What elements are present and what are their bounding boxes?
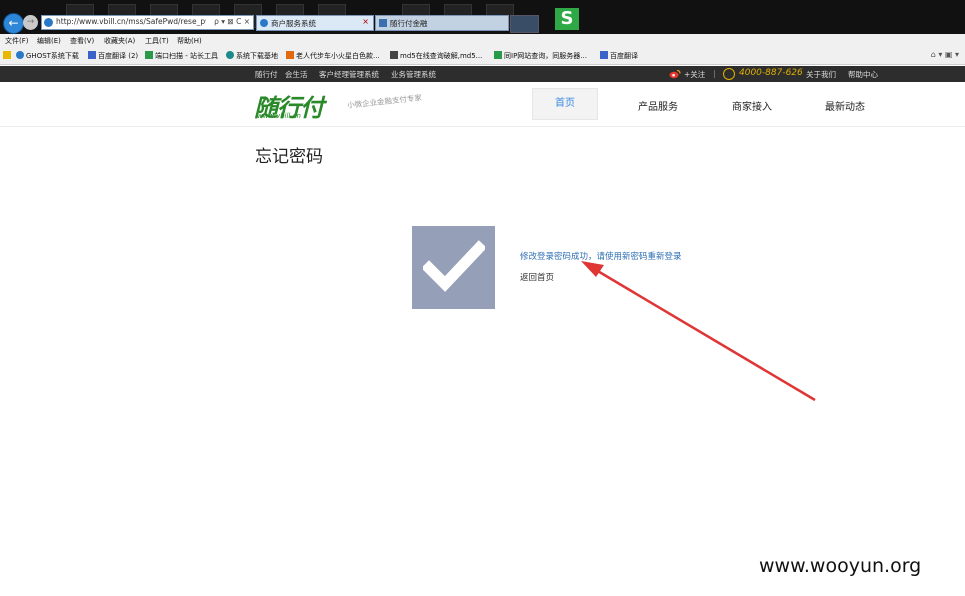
annotation-arrow [581,261,816,402]
watermark: www.wooyun.org [759,555,922,577]
